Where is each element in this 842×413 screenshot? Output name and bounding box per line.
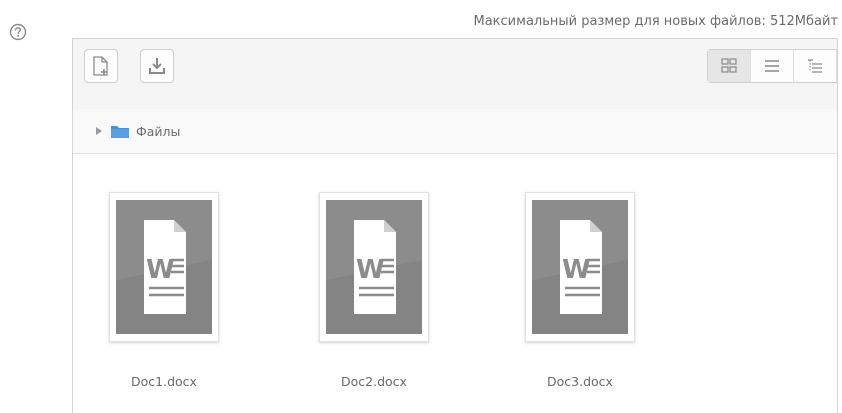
file-add-icon <box>93 56 108 76</box>
max-file-size-label: Максимальный размер для новых файлов: 51… <box>473 14 839 29</box>
svg-text:W: W <box>356 255 385 285</box>
word-document-icon: W <box>532 200 628 334</box>
view-switcher <box>707 49 837 83</box>
folder-icon <box>111 125 129 138</box>
breadcrumb: Файлы <box>73 109 837 154</box>
word-document-icon: W <box>326 200 422 334</box>
word-document-icon: W <box>116 200 212 334</box>
file-item[interactable]: W Doc3.docx <box>505 192 645 412</box>
download-icon <box>149 58 165 74</box>
file-thumbnail[interactable]: W <box>525 192 635 342</box>
view-icons-button[interactable] <box>708 50 751 82</box>
file-name[interactable]: Doc2.docx <box>299 374 449 389</box>
file-thumbnail[interactable]: W <box>109 192 219 342</box>
file-name[interactable]: Doc3.docx <box>505 374 655 389</box>
file-item[interactable]: W Doc1.docx <box>89 192 229 412</box>
file-manager: Файлы W Doc1.docx W Doc2.docx W Doc3.doc… <box>72 38 838 413</box>
svg-text:W: W <box>146 255 175 285</box>
file-thumbnail[interactable]: W <box>319 192 429 342</box>
grid-view-icon <box>721 58 737 73</box>
file-item[interactable]: W Doc2.docx <box>299 192 439 412</box>
expand-arrow-icon[interactable] <box>96 127 102 135</box>
list-view-icon <box>765 60 779 72</box>
file-picker-page: Максимальный размер для новых файлов: 51… <box>0 0 842 413</box>
download-button[interactable] <box>140 49 174 83</box>
view-list-button[interactable] <box>751 50 794 82</box>
add-file-button[interactable] <box>84 49 118 83</box>
breadcrumb-folder-label[interactable]: Файлы <box>136 124 180 139</box>
file-manager-toolbar <box>73 39 837 110</box>
tree-view-icon <box>808 59 822 73</box>
help-icon[interactable] <box>9 23 27 41</box>
view-tree-button[interactable] <box>794 50 837 82</box>
svg-text:W: W <box>562 255 591 285</box>
file-name[interactable]: Doc1.docx <box>89 374 239 389</box>
